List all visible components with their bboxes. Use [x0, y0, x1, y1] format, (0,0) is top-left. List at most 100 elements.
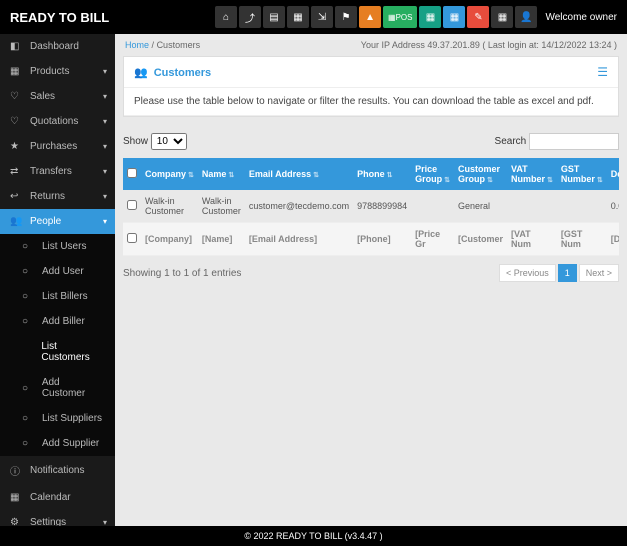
sort-icon: ⇅	[487, 177, 493, 184]
sidebar-item-products[interactable]: ▦Products▾	[0, 59, 115, 84]
sidebar-label: Transfers	[30, 166, 72, 177]
sidebar-item-sales[interactable]: ♡Sales▾	[0, 84, 115, 109]
sort-icon: ⇅	[547, 177, 553, 184]
sidebar-item-returns[interactable]: ↩Returns▾	[0, 184, 115, 209]
sidebar-label: Dashboard	[30, 41, 79, 52]
col-customer-group[interactable]: Customer Group⇅	[454, 158, 507, 190]
bullet-icon: ○	[22, 438, 36, 449]
chevron-down-icon: ▾	[103, 192, 107, 201]
sidebar-item-add-biller[interactable]: ○Add Biller	[0, 309, 115, 334]
sidebar-item-list-suppliers[interactable]: ○List Suppliers	[0, 406, 115, 431]
chevron-down-icon: ▾	[103, 117, 107, 126]
ip-info: Your IP Address 49.37.201.89 ( Last logi…	[361, 40, 617, 50]
sidebar-item-people[interactable]: 👥People▾	[0, 209, 115, 234]
bullet-icon: ○	[22, 383, 36, 394]
col-company[interactable]: Company⇅	[141, 158, 198, 190]
sidebar-label: Settings	[30, 517, 66, 526]
search-input[interactable]	[529, 133, 619, 150]
table-row[interactable]: Walk-in CustomerWalk-in Customercustomer…	[123, 190, 619, 223]
sidebar-item-purchases[interactable]: ★Purchases▾	[0, 134, 115, 159]
sidebar-item-list-users[interactable]: ○List Users	[0, 234, 115, 259]
footer: © 2022 READY TO BILL (v3.4.47 )	[0, 526, 627, 546]
chevron-down-icon: ▾	[103, 67, 107, 76]
dashboard-icon[interactable]: ⌂	[215, 6, 237, 28]
apps-icon[interactable]: ▦	[491, 6, 513, 28]
today-icon[interactable]: ▦	[419, 6, 441, 28]
share-icon[interactable]: ⤴	[239, 6, 261, 28]
menu-icon: ⓘ	[10, 463, 24, 478]
page-1-button[interactable]: 1	[558, 264, 577, 282]
sort-icon: ⇅	[188, 172, 194, 179]
menu-icon: ⇄	[10, 166, 24, 177]
col-email-address[interactable]: Email Address⇅	[245, 158, 353, 190]
show-entries: Show 10	[123, 133, 187, 150]
foot-checkbox[interactable]	[127, 233, 137, 243]
col-name[interactable]: Name⇅	[198, 158, 245, 190]
sidebar-item-settings[interactable]: ⚙ Settings ▾	[0, 510, 115, 526]
sort-icon: ⇅	[228, 172, 234, 179]
export-icon[interactable]: ⇲	[311, 6, 333, 28]
bullet-icon: ○	[22, 413, 36, 424]
sidebar-label: Add Supplier	[42, 438, 99, 449]
col-vat-number[interactable]: VAT Number⇅	[507, 158, 557, 190]
breadcrumb-current: Customers	[157, 40, 201, 50]
sidebar-label: List Customers	[41, 341, 105, 363]
panel-description: Please use the table below to navigate o…	[124, 88, 618, 116]
warning-icon[interactable]: ▲	[359, 6, 381, 28]
welcome-text[interactable]: Welcome owner	[545, 12, 617, 23]
show-select[interactable]: 10	[151, 133, 187, 150]
menu-icon: ♡	[10, 116, 24, 127]
chevron-down-icon: ▾	[103, 518, 107, 526]
menu-icon: ⚙	[10, 517, 24, 526]
sidebar-label: Calendar	[30, 492, 71, 503]
prev-button[interactable]: < Previous	[499, 264, 556, 282]
menu-icon: ♡	[10, 91, 24, 102]
sidebar-item-list-billers[interactable]: ○List Billers	[0, 284, 115, 309]
sidebar-item-dashboard[interactable]: ◧Dashboard	[0, 34, 115, 59]
select-all-checkbox[interactable]	[127, 168, 137, 178]
col-price-group[interactable]: Price Group⇅	[411, 158, 454, 190]
pos-button[interactable]: ▦ POS	[383, 6, 417, 28]
sidebar-item-add-user[interactable]: ○Add User	[0, 259, 115, 284]
sidebar-item-notifications[interactable]: ⓘ Notifications	[0, 456, 115, 485]
topbar-icons: ⌂ ⤴ ▤ ▦ ⇲ ⚑ ▲ ▦ POS ▦ ▦ ✎ ▦ 👤 Welcome ow…	[215, 6, 617, 28]
sidebar-label: Quotations	[30, 116, 78, 127]
pagination: < Previous 1 Next >	[499, 264, 619, 282]
row-checkbox[interactable]	[127, 200, 137, 210]
foot-cell: [Deposit]	[607, 223, 619, 256]
menu-icon: ▦	[10, 66, 24, 77]
sidebar-item-calendar[interactable]: ▦Calendar	[0, 485, 115, 510]
alert-icon[interactable]: ✎	[467, 6, 489, 28]
sidebar-item-list-customers[interactable]: List Customers	[0, 334, 115, 370]
panel-menu-icon[interactable]: ☰	[597, 65, 608, 79]
sidebar-label: Add Customer	[42, 377, 105, 399]
sidebar-label: Add User	[42, 266, 84, 277]
sidebar-item-add-customer[interactable]: ○ Add Customer	[0, 370, 115, 406]
sidebar-label: People	[30, 216, 61, 227]
user-icon[interactable]: 👤	[515, 6, 537, 28]
list-icon[interactable]: ▤	[263, 6, 285, 28]
sidebar-item-transfers[interactable]: ⇄Transfers▾	[0, 159, 115, 184]
foot-cell: [VAT Num	[507, 223, 557, 256]
sidebar-label: Notifications	[30, 465, 84, 476]
breadcrumb: Home / Customers	[125, 40, 200, 50]
grid-icon[interactable]: ▦	[443, 6, 465, 28]
col-phone[interactable]: Phone⇅	[353, 158, 411, 190]
search-box: Search	[495, 133, 619, 150]
col-deposit[interactable]: Deposit⇅	[607, 158, 619, 190]
sidebar-label: List Billers	[42, 291, 88, 302]
chevron-down-icon: ▾	[103, 217, 107, 226]
lang-icon[interactable]: ⚑	[335, 6, 357, 28]
calendar-icon[interactable]: ▦	[287, 6, 309, 28]
panel-title: 👥Customers	[134, 66, 211, 79]
sidebar-item-add-supplier[interactable]: ○ Add Supplier	[0, 431, 115, 456]
next-button[interactable]: Next >	[579, 264, 619, 282]
col-gst-number[interactable]: GST Number⇅	[557, 158, 607, 190]
sort-icon: ⇅	[597, 177, 603, 184]
breadcrumb-home[interactable]: Home	[125, 40, 149, 50]
sidebar: ◧Dashboard▦Products▾♡Sales▾♡Quotations▾★…	[0, 34, 115, 526]
sidebar-item-quotations[interactable]: ♡ Quotations ▾	[0, 109, 115, 134]
sort-icon: ⇅	[444, 177, 450, 184]
menu-icon: ★	[10, 141, 24, 152]
sidebar-label: Add Biller	[42, 316, 85, 327]
